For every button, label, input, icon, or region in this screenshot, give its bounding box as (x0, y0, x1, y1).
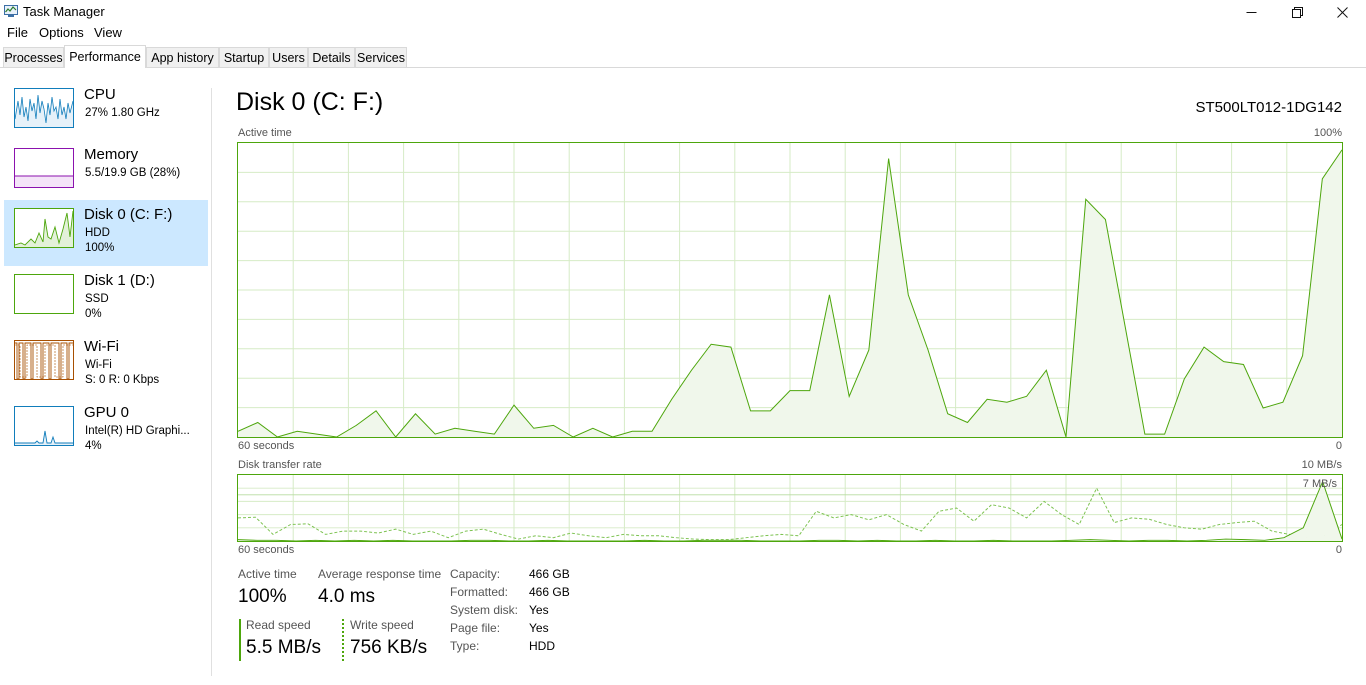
sidebar-detail-disk-0-type: HDD (85, 227, 110, 239)
maximize-button[interactable] (1274, 0, 1320, 24)
tab-divider (0, 67, 1366, 68)
task-manager-icon (4, 5, 18, 17)
prop-formatted-label: Formatted: (450, 585, 509, 599)
sidebar-item-wifi[interactable]: Wi-Fi Wi-Fi S: 0 R: 0 Kbps (4, 332, 208, 398)
window-title: Task Manager (23, 4, 105, 19)
stat-avg-response-label: Average response time (318, 567, 442, 581)
transfer-axis-right: 0 (1335, 544, 1342, 556)
sidebar-detail-gpu-0-name: Intel(R) HD Graphi... (85, 425, 190, 437)
sidebar-label-disk-0: Disk 0 (C: F:) (84, 206, 173, 223)
stat-active-time-label: Active time (238, 567, 297, 581)
tab-users[interactable]: Users (269, 47, 308, 67)
stat-active-time-value: 100% (238, 586, 287, 607)
menu-file[interactable]: File (7, 25, 28, 40)
maximize-icon (1291, 6, 1303, 18)
active-time-chart (237, 142, 1343, 438)
sidebar-label-cpu: CPU (84, 86, 116, 103)
sidebar-detail-wifi-rate: S: 0 R: 0 Kbps (85, 374, 160, 386)
title-bar: Task Manager (0, 0, 1366, 24)
close-icon (1336, 6, 1348, 18)
transfer-axis-left: 60 seconds (238, 544, 295, 556)
prop-page-file-value: Yes (529, 621, 549, 635)
active-time-chart-label: Active time (238, 127, 292, 139)
prop-capacity-value: 466 GB (529, 567, 570, 581)
disk-0-thumbnail (14, 208, 74, 248)
transfer-marker-label: 7 MB/s (1302, 478, 1337, 490)
sidebar-detail-memory: 5.5/19.9 GB (28%) (85, 167, 181, 179)
sidebar-label-wifi: Wi-Fi (84, 338, 119, 355)
transfer-max-label: 10 MB/s (1301, 459, 1342, 471)
active-time-axis-left: 60 seconds (238, 440, 295, 452)
prop-formatted-value: 466 GB (529, 585, 570, 599)
prop-system-disk-label: System disk: (450, 603, 519, 617)
sidebar-detail-gpu-0-usage: 4% (85, 440, 102, 452)
tab-performance[interactable]: Performance (64, 45, 146, 68)
prop-type-label: Type: (450, 639, 480, 653)
tab-startup[interactable]: Startup (219, 47, 269, 67)
prop-capacity-label: Capacity: (450, 567, 501, 581)
sidebar-detail-cpu: 27% 1.80 GHz (85, 107, 160, 119)
tab-services[interactable]: Services (355, 47, 407, 67)
sidebar-detail-wifi-name: Wi-Fi (85, 359, 112, 371)
sidebar-detail-disk-1-type: SSD (85, 293, 109, 305)
transfer-rate-chart (237, 474, 1343, 542)
sidebar-detail-disk-1-usage: 0% (85, 308, 102, 320)
close-button[interactable] (1319, 0, 1365, 24)
prop-system-disk-value: Yes (529, 603, 549, 617)
cpu-thumbnail (14, 88, 74, 128)
stat-read-speed-label: Read speed (246, 618, 311, 632)
gpu-0-thumbnail (14, 406, 74, 446)
active-time-axis-right: 0 (1335, 440, 1342, 452)
tab-processes[interactable]: Processes (3, 47, 64, 67)
sidebar-item-disk-1[interactable]: Disk 1 (D:) SSD 0% (4, 266, 208, 332)
prop-page-file-label: Page file: (450, 621, 501, 635)
write-speed-marker (342, 619, 344, 661)
sidebar-item-cpu[interactable]: CPU 27% 1.80 GHz (4, 80, 208, 146)
tab-details[interactable]: Details (308, 47, 355, 67)
read-speed-marker (239, 619, 241, 661)
minimize-button[interactable] (1228, 0, 1274, 24)
sidebar-divider (211, 88, 212, 676)
menu-options[interactable]: Options (39, 25, 84, 40)
sidebar-item-gpu-0[interactable]: GPU 0 Intel(R) HD Graphi... 4% (4, 398, 208, 464)
disk-model: ST500LT012-1DG142 (1195, 99, 1342, 116)
stat-write-speed-value: 756 KB/s (350, 637, 428, 658)
stat-read-speed-value: 5.5 MB/s (246, 637, 321, 658)
minimize-icon (1246, 11, 1256, 13)
sidebar-label-memory: Memory (84, 146, 139, 163)
memory-thumbnail (14, 148, 74, 188)
tab-app-history[interactable]: App history (146, 47, 219, 67)
transfer-chart-label: Disk transfer rate (238, 459, 322, 471)
wifi-thumbnail (14, 340, 74, 380)
page-title: Disk 0 (C: F:) (236, 88, 384, 116)
stat-avg-response-value: 4.0 ms (318, 586, 376, 607)
sidebar-label-gpu-0: GPU 0 (84, 404, 130, 421)
prop-type-value: HDD (529, 639, 555, 653)
disk-1-thumbnail (14, 274, 74, 314)
menu-view[interactable]: View (94, 25, 122, 40)
active-time-max-label: 100% (1313, 127, 1342, 139)
sidebar-label-disk-1: Disk 1 (D:) (84, 272, 155, 289)
stat-write-speed-label: Write speed (350, 618, 414, 632)
sidebar-item-disk-0[interactable]: Disk 0 (C: F:) HDD 100% (4, 200, 208, 266)
sidebar-item-memory[interactable]: Memory 5.5/19.9 GB (28%) (4, 140, 208, 206)
sidebar-detail-disk-0-usage: 100% (85, 242, 115, 254)
